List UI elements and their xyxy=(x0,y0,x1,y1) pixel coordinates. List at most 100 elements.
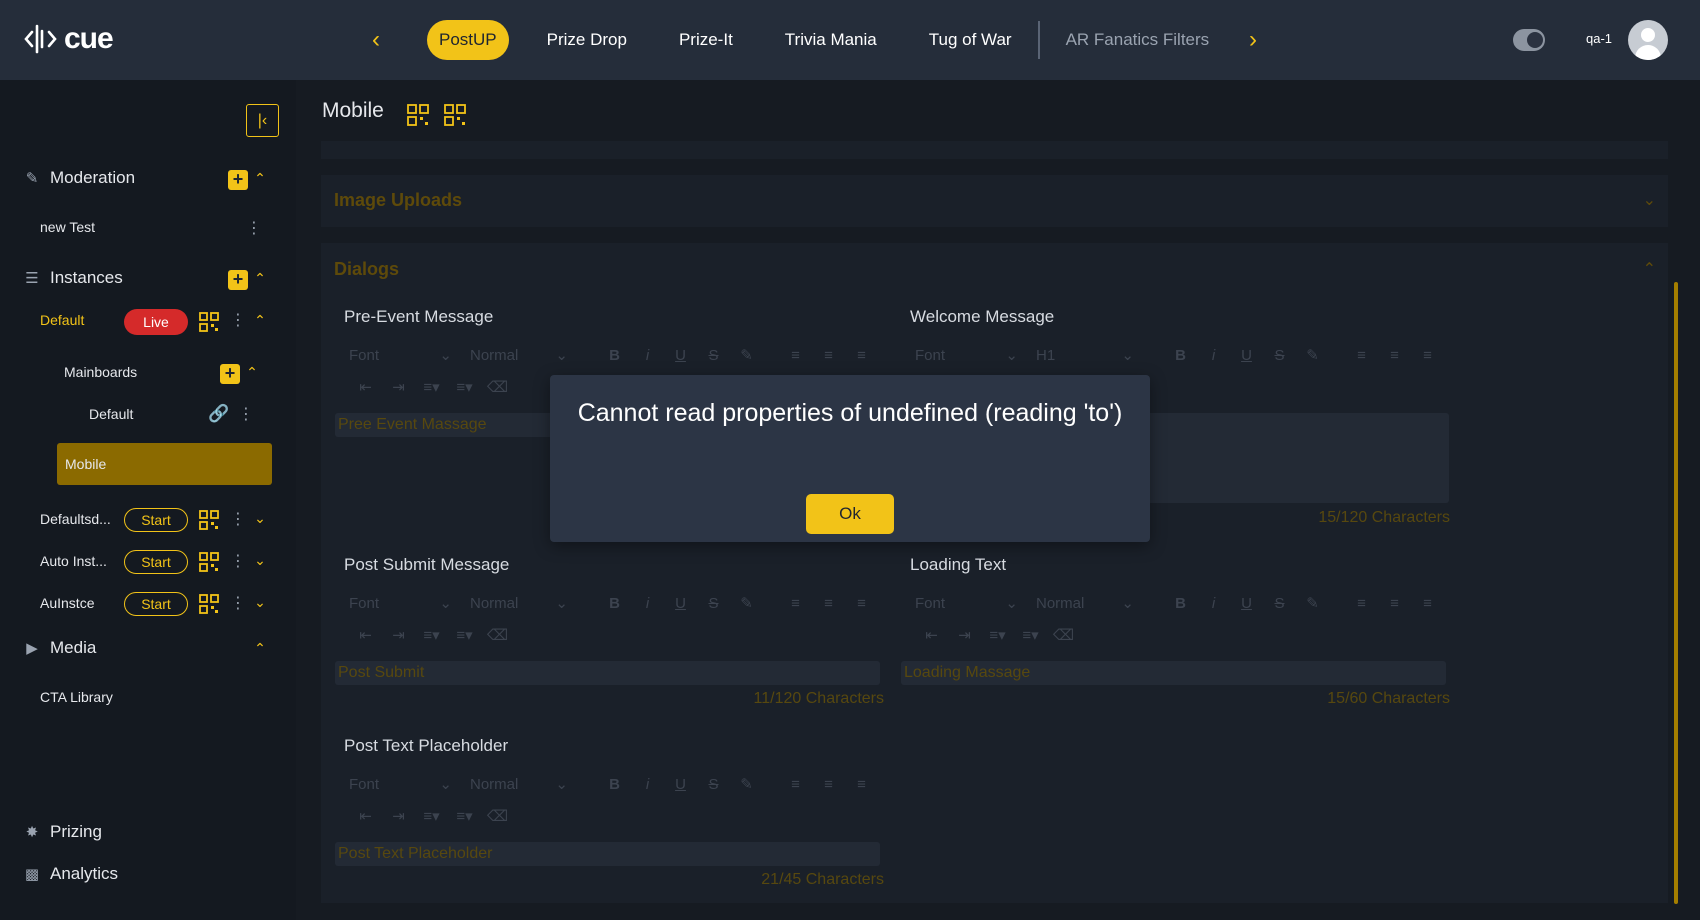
underline-icon[interactable]: U xyxy=(1230,347,1263,364)
add-mainboard-button[interactable]: + xyxy=(220,364,240,384)
align-center-icon[interactable]: ≡ xyxy=(1378,347,1411,364)
bullet-list-icon[interactable]: ≡▾ xyxy=(1014,626,1047,644)
tabs-prev-arrow-icon[interactable]: ‹ xyxy=(362,26,390,54)
sidebar-section-instances[interactable]: ☰ Instances xyxy=(22,268,123,288)
start-button[interactable]: Start xyxy=(124,508,188,532)
collapse-sidebar-button[interactable]: |‹ xyxy=(246,104,279,137)
bold-icon[interactable]: B xyxy=(1164,595,1197,612)
strikethrough-icon[interactable]: S xyxy=(697,347,730,364)
italic-icon[interactable]: i xyxy=(631,595,664,612)
underline-icon[interactable]: U xyxy=(1230,595,1263,612)
add-instance-button[interactable]: + xyxy=(228,270,248,290)
bold-icon[interactable]: B xyxy=(598,776,631,793)
strikethrough-icon[interactable]: S xyxy=(1263,347,1296,364)
bullet-list-icon[interactable]: ≡▾ xyxy=(448,626,481,644)
size-select[interactable]: Normal ⌄ xyxy=(1036,594,1134,613)
tab-tug-of-war[interactable]: Tug of War xyxy=(903,20,1038,60)
align-right-icon[interactable]: ≡ xyxy=(845,776,878,793)
chevron-up-icon[interactable]: ⌃ xyxy=(1643,259,1656,279)
align-right-icon[interactable]: ≡ xyxy=(845,347,878,364)
avatar[interactable] xyxy=(1628,20,1668,60)
chevron-up-icon[interactable]: ⌃ xyxy=(252,640,268,657)
outdent-icon[interactable]: ⇤ xyxy=(349,807,382,825)
highlight-icon[interactable]: ✎ xyxy=(730,594,763,612)
sidebar-item-cta-library[interactable]: CTA Library xyxy=(40,689,113,705)
qr-code-icon[interactable] xyxy=(404,101,432,129)
strikethrough-icon[interactable]: S xyxy=(697,595,730,612)
tab-postup[interactable]: PostUP xyxy=(427,20,509,60)
add-moderation-button[interactable]: + xyxy=(228,170,248,190)
kebab-menu-icon[interactable]: ⋮ xyxy=(246,218,262,238)
strikethrough-icon[interactable]: S xyxy=(697,776,730,793)
bold-icon[interactable]: B xyxy=(1164,347,1197,364)
italic-icon[interactable]: i xyxy=(1197,595,1230,612)
ok-button[interactable]: Ok xyxy=(806,494,894,534)
chevron-up-icon[interactable]: ⌃ xyxy=(252,170,268,187)
tab-trivia-mania[interactable]: Trivia Mania xyxy=(759,20,903,60)
kebab-menu-icon[interactable]: ⋮ xyxy=(230,593,246,613)
start-button[interactable]: Start xyxy=(124,550,188,574)
kebab-menu-icon[interactable]: ⋮ xyxy=(238,404,254,424)
align-left-icon[interactable]: ≡ xyxy=(779,595,812,612)
post-submit-input[interactable]: Post Submit xyxy=(335,661,880,685)
align-right-icon[interactable]: ≡ xyxy=(845,595,878,612)
sidebar-item-new-test[interactable]: new Test xyxy=(40,219,95,235)
pre-event-input[interactable]: Pree Event Massage xyxy=(335,413,565,437)
tabs-next-arrow-icon[interactable]: › xyxy=(1239,26,1267,54)
chevron-up-icon[interactable]: ⌃ xyxy=(252,312,268,329)
underline-icon[interactable]: U xyxy=(664,776,697,793)
ordered-list-icon[interactable]: ≡▾ xyxy=(415,378,448,396)
qr-code-icon[interactable] xyxy=(198,509,220,531)
sidebar-item-mainboards[interactable]: Mainboards xyxy=(64,364,137,380)
size-select[interactable]: Normal ⌄ xyxy=(470,775,568,794)
chevron-down-icon[interactable]: ⌄ xyxy=(1643,190,1656,210)
highlight-icon[interactable]: ✎ xyxy=(730,775,763,793)
highlight-icon[interactable]: ✎ xyxy=(730,346,763,364)
indent-icon[interactable]: ⇥ xyxy=(382,626,415,644)
kebab-menu-icon[interactable]: ⋮ xyxy=(230,551,246,571)
sidebar-section-analytics[interactable]: ▩ Analytics xyxy=(22,864,118,884)
align-left-icon[interactable]: ≡ xyxy=(779,776,812,793)
status-badge-live[interactable]: Live xyxy=(124,309,188,335)
panel-image-uploads[interactable]: Image Uploads ⌄ xyxy=(321,175,1668,227)
scrollbar[interactable] xyxy=(1674,282,1678,904)
clear-format-icon[interactable]: ⌫ xyxy=(481,378,514,396)
bullet-list-icon[interactable]: ≡▾ xyxy=(448,807,481,825)
align-center-icon[interactable]: ≡ xyxy=(812,595,845,612)
theme-toggle[interactable] xyxy=(1513,29,1545,51)
start-button[interactable]: Start xyxy=(124,592,188,616)
tab-prize-drop[interactable]: Prize Drop xyxy=(521,20,653,60)
align-center-icon[interactable]: ≡ xyxy=(812,347,845,364)
bullet-list-icon[interactable]: ≡▾ xyxy=(448,378,481,396)
qr-code-icon[interactable] xyxy=(198,551,220,573)
chevron-down-icon[interactable]: ⌄ xyxy=(252,552,268,569)
outdent-icon[interactable]: ⇤ xyxy=(349,378,382,396)
kebab-menu-icon[interactable]: ⋮ xyxy=(230,509,246,529)
highlight-icon[interactable]: ✎ xyxy=(1296,594,1329,612)
size-select[interactable]: H1 ⌄ xyxy=(1036,346,1134,365)
italic-icon[interactable]: i xyxy=(1197,347,1230,364)
ordered-list-icon[interactable]: ≡▾ xyxy=(415,807,448,825)
sidebar-item-mainboard-default[interactable]: Default xyxy=(89,406,133,422)
chevron-up-icon[interactable]: ⌃ xyxy=(252,270,268,287)
italic-icon[interactable]: i xyxy=(631,776,664,793)
chevron-up-icon[interactable]: ⌃ xyxy=(244,364,260,381)
size-select[interactable]: Normal ⌄ xyxy=(470,594,568,613)
ordered-list-icon[interactable]: ≡▾ xyxy=(981,626,1014,644)
logo[interactable]: cue xyxy=(24,22,114,56)
qr-code-icon[interactable] xyxy=(441,101,469,129)
tab-prize-it[interactable]: Prize-It xyxy=(653,20,759,60)
highlight-icon[interactable]: ✎ xyxy=(1296,346,1329,364)
underline-icon[interactable]: U xyxy=(664,347,697,364)
qr-code-icon[interactable] xyxy=(198,311,220,333)
align-left-icon[interactable]: ≡ xyxy=(1345,347,1378,364)
align-right-icon[interactable]: ≡ xyxy=(1411,347,1444,364)
strikethrough-icon[interactable]: S xyxy=(1263,595,1296,612)
align-left-icon[interactable]: ≡ xyxy=(1345,595,1378,612)
sidebar-item-instance[interactable]: Auto Inst... xyxy=(40,553,107,569)
tab-ar-fanatics-filters[interactable]: AR Fanatics Filters xyxy=(1040,20,1236,60)
bold-icon[interactable]: B xyxy=(598,347,631,364)
clear-format-icon[interactable]: ⌫ xyxy=(481,626,514,644)
sidebar-item-default-instance[interactable]: Default xyxy=(40,312,84,328)
sidebar-item-instance[interactable]: Defaultsd... xyxy=(40,511,111,527)
